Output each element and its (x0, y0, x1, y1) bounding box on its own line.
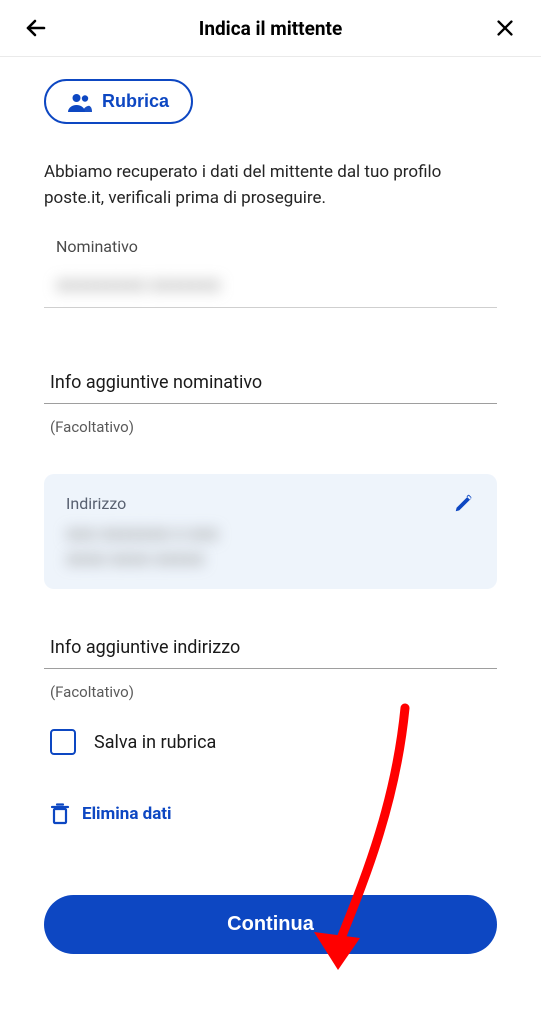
rubrica-button-label: Rubrica (102, 91, 169, 112)
continue-button[interactable]: Continua (44, 895, 497, 954)
input-placeholder: Info aggiuntive nominativo (50, 372, 262, 393)
page-title: Indica il mittente (199, 17, 342, 40)
edit-address-button[interactable] (453, 492, 475, 518)
delete-data-label: Elimina dati (82, 804, 172, 824)
nominativo-value[interactable]: XXXXXXXXX XXXXXXX (44, 276, 497, 295)
trash-icon (50, 803, 70, 825)
redacted-text: XXXX XXXX XXXXX (66, 550, 475, 569)
save-contact-row[interactable]: Salva in rubrica (44, 729, 497, 755)
close-button[interactable] (491, 14, 519, 42)
info-agg-nominativo-input[interactable]: Info aggiuntive nominativo (44, 366, 497, 404)
info-agg-indirizzo-input[interactable]: Info aggiuntive indirizzo (44, 631, 497, 669)
divider (44, 307, 497, 308)
indirizzo-card: Indirizzo XXX XXXXXXX X XXX XXXX XXXX XX… (44, 474, 497, 589)
info-agg-nominativo-hint: (Facoltativo) (44, 418, 497, 436)
content: Rubrica Abbiamo recuperato i dati del mi… (0, 57, 541, 980)
input-placeholder: Info aggiuntive indirizzo (50, 637, 240, 658)
back-button[interactable] (22, 14, 50, 42)
redacted-text: XXX XXXXXXX X XXX (66, 525, 475, 544)
save-contact-checkbox[interactable] (50, 729, 76, 755)
people-icon (68, 92, 92, 112)
info-text: Abbiamo recuperato i dati del mittente d… (44, 160, 497, 211)
close-icon (494, 17, 516, 39)
info-agg-indirizzo-hint: (Facoltativo) (44, 683, 497, 701)
arrow-left-icon (24, 16, 48, 40)
nominativo-label: Nominativo (44, 237, 497, 256)
indirizzo-label: Indirizzo (66, 494, 475, 513)
pencil-icon (453, 492, 475, 514)
delete-data-button[interactable]: Elimina dati (44, 803, 497, 825)
rubrica-button[interactable]: Rubrica (44, 79, 193, 124)
save-contact-label: Salva in rubrica (94, 732, 216, 753)
nominativo-field: Nominativo XXXXXXXXX XXXXXXX (44, 237, 497, 308)
continue-label: Continua (227, 913, 314, 935)
redacted-text: XXXXXXXXX XXXXXXX (56, 276, 220, 295)
header: Indica il mittente (0, 0, 541, 57)
